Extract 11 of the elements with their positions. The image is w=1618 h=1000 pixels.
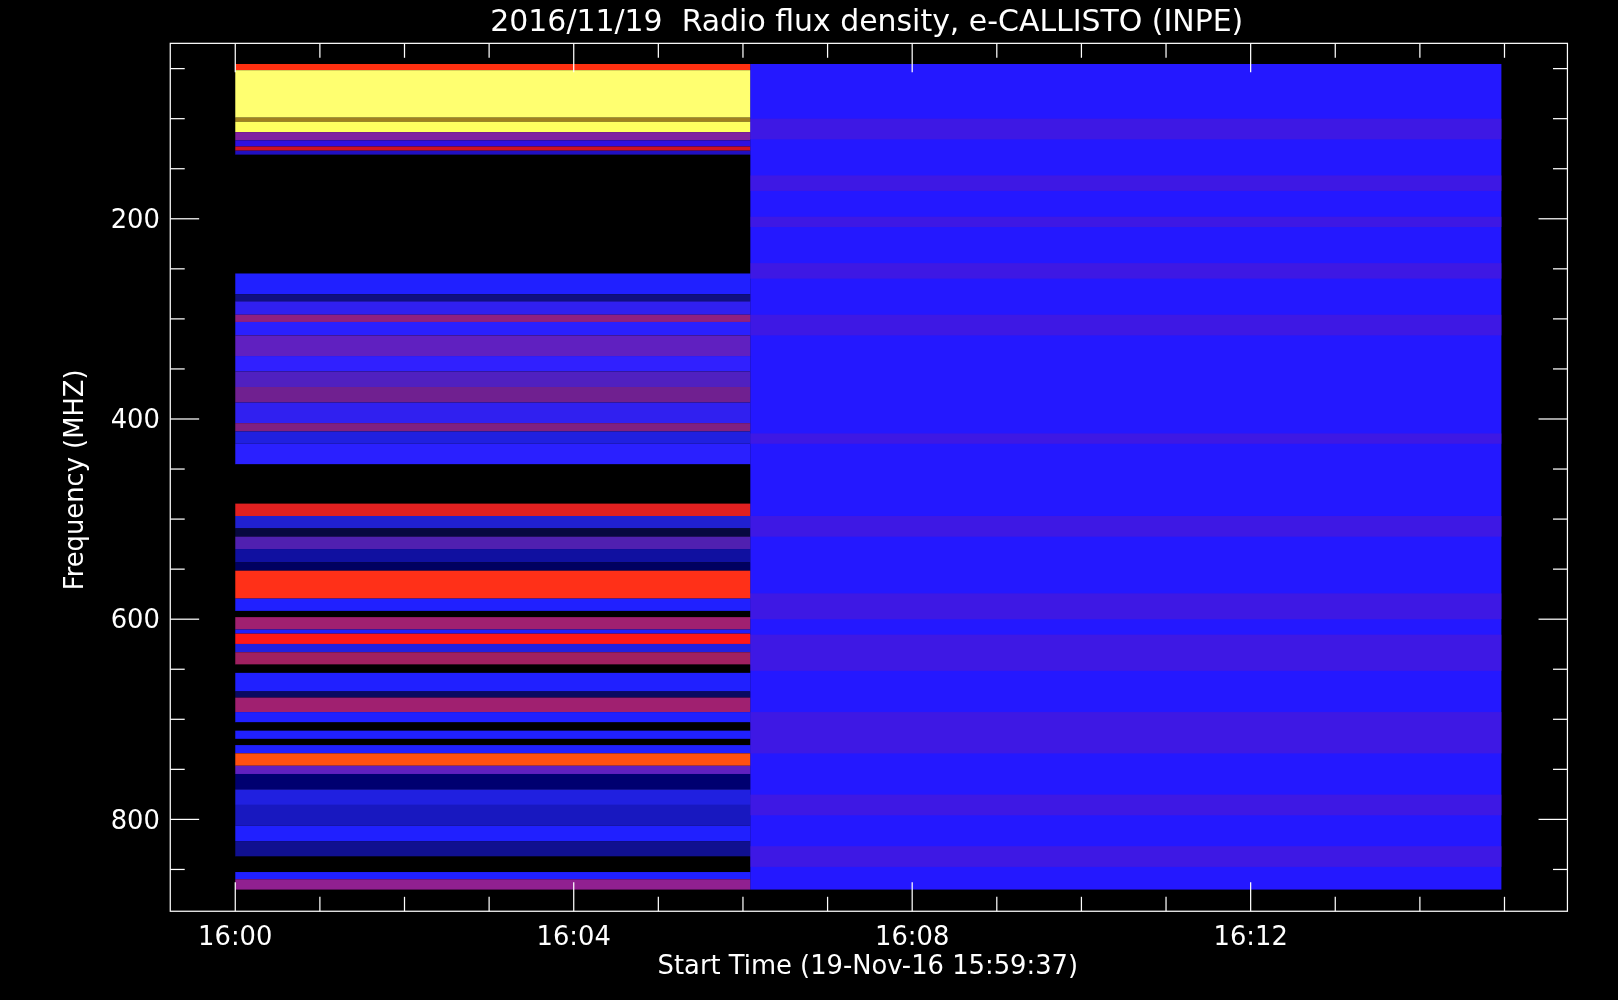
x-tick-label: 16:12: [1213, 921, 1288, 952]
y-tick-label: 200: [110, 204, 160, 235]
chart-title: 2016/11/19 Radio flux density, e-CALLISTO (INPE): [490, 2, 1244, 38]
x-tick-label: 16:00: [198, 921, 273, 952]
y-tick-label: 800: [110, 804, 160, 835]
x-tick-label: 16:08: [875, 921, 950, 952]
y-axis-label: Frequency (MHZ): [58, 369, 89, 591]
y-tick-label: 600: [110, 604, 160, 635]
y-tick-label: 400: [110, 404, 160, 435]
x-tick-label: 16:04: [536, 921, 611, 952]
x-axis-label: Start Time (19-Nov-16 15:59:37): [657, 950, 1078, 981]
